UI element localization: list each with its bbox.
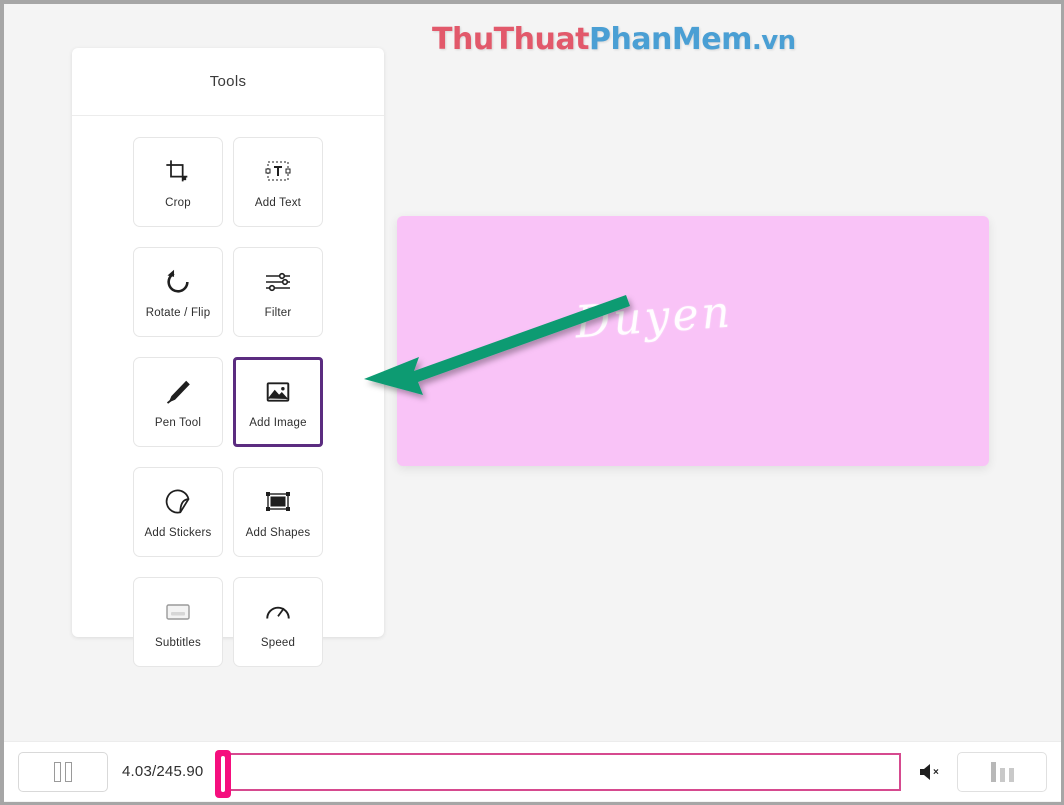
shapes-icon [264,485,292,519]
pause-icon [54,761,72,782]
watermark-part-1: ThuThuat [432,22,589,57]
mute-button[interactable]: × [913,755,947,789]
tool-add-stickers-label: Add Stickers [144,526,212,539]
tool-add-stickers[interactable]: Add Stickers [133,467,223,557]
tool-add-shapes-label: Add Shapes [245,526,311,539]
tools-grid: Crop Add Text Rotate / Flip Filter Pen T… [72,116,384,677]
timeline-track[interactable] [215,749,901,798]
tool-subtitles[interactable]: Subtitles [133,577,223,667]
filter-sliders-icon [263,265,293,299]
time-display: 4.03/245.90 [122,763,204,780]
equalizer-icon [990,761,1014,782]
subtitles-icon [163,595,193,629]
tools-panel-header: Tools [72,48,384,116]
timeline-playhead[interactable] [215,749,232,798]
text-icon [263,155,293,189]
tool-filter-label: Filter [264,306,292,319]
tools-panel-title: Tools [209,73,247,90]
editor-workspace: ThuThuatPhanMem.vn Tools Crop Add Text R… [4,4,1061,741]
tool-add-image[interactable]: Add Image [233,357,323,447]
speedometer-icon [264,595,292,629]
preview-canvas-container[interactable]: Duyen [397,216,989,466]
crop-icon [164,155,192,189]
tool-speed[interactable]: Speed [233,577,323,667]
sticker-icon [164,485,192,519]
tool-rotate-flip-label: Rotate / Flip [145,306,211,319]
player-bar: 4.03/245.90 × [4,741,1061,801]
tool-add-shapes[interactable]: Add Shapes [233,467,323,557]
canvas-overlay-text: Duyen [573,286,735,349]
image-icon [265,375,291,409]
pen-icon [164,375,192,409]
tool-rotate-flip[interactable]: Rotate / Flip [133,247,223,337]
tool-crop[interactable]: Crop [133,137,223,227]
speaker-muted-icon: × [920,763,939,780]
tools-panel: Tools Crop Add Text Rotate / Flip Filter… [72,48,384,667]
tool-crop-label: Crop [165,196,191,209]
tool-add-text-label: Add Text [254,196,302,209]
watermark-part-2: PhanMem [588,22,752,57]
preview-canvas[interactable]: Duyen [397,216,989,466]
tool-add-text[interactable]: Add Text [233,137,323,227]
tool-add-image-label: Add Image [249,416,307,429]
tool-filter[interactable]: Filter [233,247,323,337]
site-watermark: ThuThuatPhanMem.vn [432,22,796,57]
watermark-part-3: .vn [751,26,796,56]
rotate-icon [164,265,192,299]
svg-text:×: × [933,767,939,778]
tool-pen[interactable]: Pen Tool [133,357,223,447]
tool-pen-label: Pen Tool [154,416,202,429]
play-pause-button[interactable] [18,751,108,792]
volume-button[interactable] [957,751,1047,792]
tool-speed-label: Speed [260,636,296,649]
tool-subtitles-label: Subtitles [155,636,201,649]
